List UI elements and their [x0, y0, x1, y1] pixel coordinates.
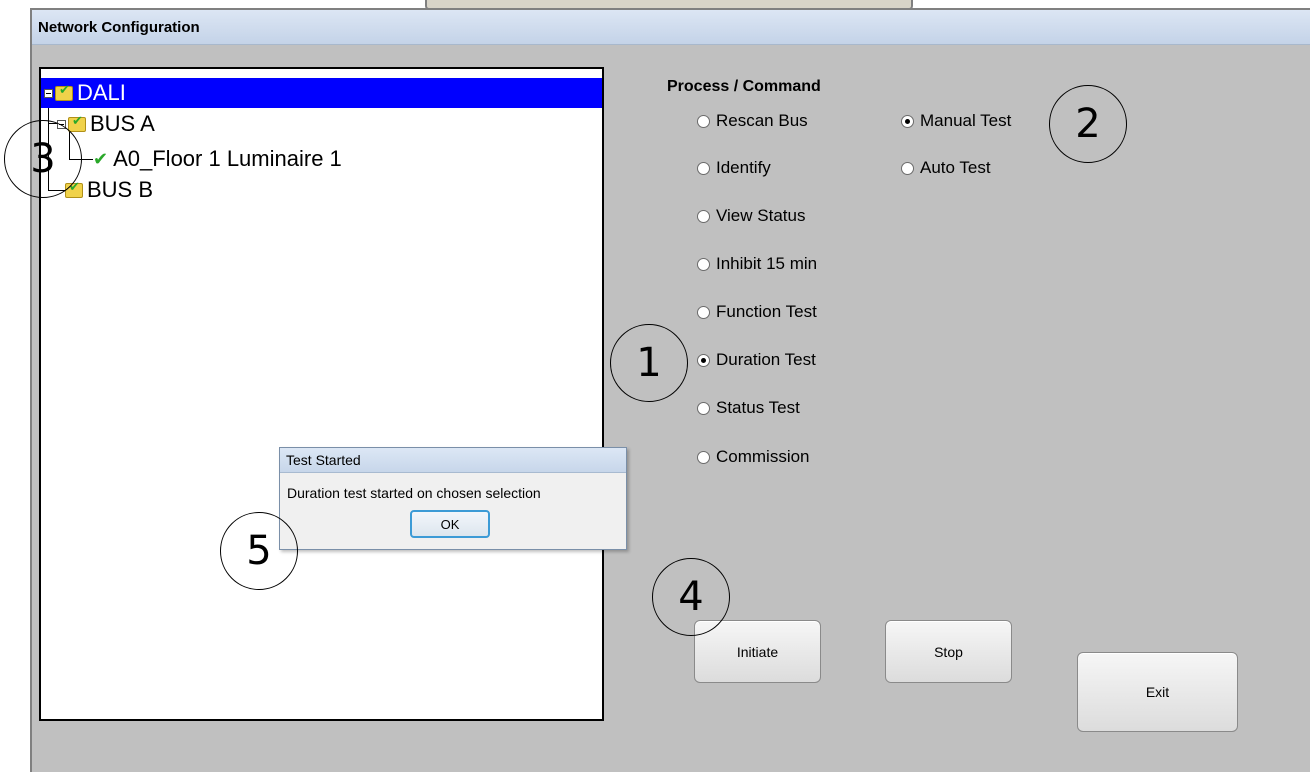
- process-command-title: Process / Command: [667, 78, 821, 95]
- radio-label: Auto Test: [920, 158, 991, 177]
- radio-label: View Status: [716, 206, 806, 225]
- tree-item-bus-b[interactable]: BUS B: [65, 175, 153, 205]
- window-titlebar: Network Configuration: [32, 10, 1310, 45]
- radio-status-test[interactable]: Status Test: [697, 397, 800, 419]
- radio-duration-test[interactable]: Duration Test: [697, 349, 816, 371]
- radio-icon[interactable]: [697, 305, 710, 319]
- radio-label: Rescan Bus: [716, 111, 808, 130]
- callout-1: 1: [610, 324, 688, 402]
- radio-icon[interactable]: [697, 161, 710, 175]
- network-tree[interactable]: DALI BUS A ✔ A0_Floor 1 Luminaire 1 BUS …: [39, 67, 604, 721]
- dialog-title: Test Started: [280, 448, 626, 473]
- dialog-ok-button[interactable]: OK: [410, 510, 490, 538]
- tree-item-luminaire[interactable]: ✔ A0_Floor 1 Luminaire 1: [93, 144, 342, 174]
- radio-inhibit-15-min[interactable]: Inhibit 15 min: [697, 253, 817, 275]
- radio-label: Duration Test: [716, 350, 816, 369]
- radio-icon[interactable]: [697, 209, 710, 223]
- exit-button[interactable]: Exit: [1077, 652, 1238, 732]
- callout-3: 3: [4, 120, 82, 198]
- radio-label: Commission: [716, 447, 810, 466]
- radio-icon[interactable]: [697, 401, 710, 415]
- radio-rescan-bus[interactable]: Rescan Bus: [697, 110, 808, 132]
- check-icon: ✔: [93, 148, 109, 169]
- radio-function-test[interactable]: Function Test: [697, 301, 817, 323]
- test-started-dialog: Test Started Duration test started on ch…: [279, 447, 627, 550]
- tree-item-dali[interactable]: DALI: [41, 78, 602, 108]
- callout-4: 4: [652, 558, 730, 636]
- tree-item-label: BUS B: [87, 177, 154, 202]
- radio-label: Manual Test: [920, 111, 1012, 130]
- radio-icon[interactable]: [901, 114, 914, 128]
- radio-icon[interactable]: [697, 114, 710, 128]
- radio-icon[interactable]: [901, 161, 914, 175]
- callout-2: 2: [1049, 85, 1127, 163]
- radio-icon[interactable]: [697, 353, 710, 367]
- tree-item-label: DALI: [77, 80, 126, 105]
- radio-label: Identify: [716, 158, 771, 177]
- collapse-icon[interactable]: [44, 88, 53, 98]
- tree-item-label: BUS A: [90, 111, 155, 136]
- radio-identify[interactable]: Identify: [697, 157, 771, 179]
- tree-item-label: A0_Floor 1 Luminaire 1: [113, 146, 342, 171]
- folder-check-icon: [55, 82, 73, 101]
- stop-button[interactable]: Stop: [885, 620, 1012, 683]
- radio-label: Inhibit 15 min: [716, 254, 818, 273]
- radio-icon[interactable]: [697, 257, 710, 271]
- dialog-message: Duration test started on chosen selectio…: [287, 485, 541, 501]
- radio-auto-test[interactable]: Auto Test: [901, 157, 991, 179]
- radio-commission[interactable]: Commission: [697, 446, 810, 468]
- radio-manual-test[interactable]: Manual Test: [901, 110, 1011, 132]
- folder-check-icon: [68, 113, 86, 132]
- radio-icon[interactable]: [697, 450, 710, 464]
- radio-label: Status Test: [716, 398, 800, 417]
- initiate-button[interactable]: Initiate: [694, 620, 821, 683]
- window-title: Network Configuration: [38, 19, 200, 36]
- radio-view-status[interactable]: View Status: [697, 205, 805, 227]
- radio-label: Function Test: [716, 302, 817, 321]
- callout-5: 5: [220, 512, 298, 590]
